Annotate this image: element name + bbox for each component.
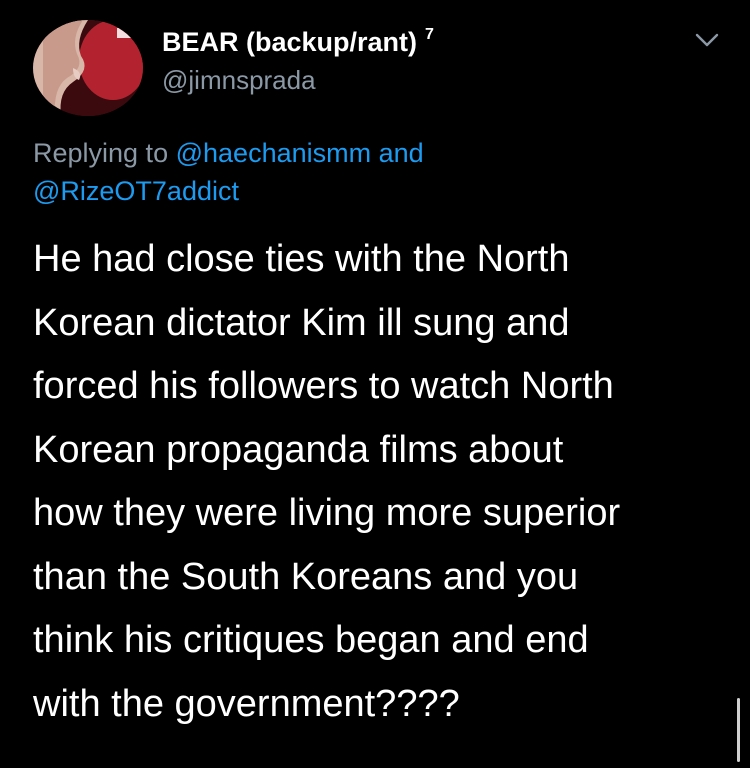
author-handle[interactable]: @jimnsprada: [162, 64, 316, 96]
tweet-text-line: He had close ties with the North: [33, 238, 570, 280]
chevron-down-icon[interactable]: [693, 30, 721, 50]
avatar[interactable]: [33, 20, 143, 116]
reply-prefix: Replying to: [33, 138, 169, 168]
tweet-text-line: Korean dictator Kim ill sung and: [33, 301, 570, 344]
tweet-text-line: Korean propaganda films about: [33, 428, 564, 471]
display-name[interactable]: BEAR (backup/rant): [162, 26, 417, 58]
name-badge: 7: [425, 26, 434, 43]
author-name-row: BEAR (backup/rant) 7: [162, 26, 434, 58]
reply-context: Replying to @haechanismm and @RizeOT7add…: [33, 134, 723, 210]
reply-conjunction: and: [378, 138, 424, 168]
tweet-text-line: than the South Koreans and you: [33, 555, 579, 598]
mention-link[interactable]: @RizeOT7addict: [33, 176, 239, 206]
tweet-text-line: with the government????: [33, 682, 460, 725]
tweet-text-line: think his critiques began and end: [33, 619, 589, 661]
scrollbar[interactable]: [737, 698, 740, 762]
tweet-text-line: how they were living more superior: [33, 492, 621, 534]
avatar-photo: [33, 20, 143, 116]
mention-link[interactable]: @haechanismm: [176, 138, 372, 168]
tweet-text-line: forced his followers to watch North: [33, 365, 614, 407]
tweet-text: He had close ties with the North Korean …: [33, 228, 723, 736]
